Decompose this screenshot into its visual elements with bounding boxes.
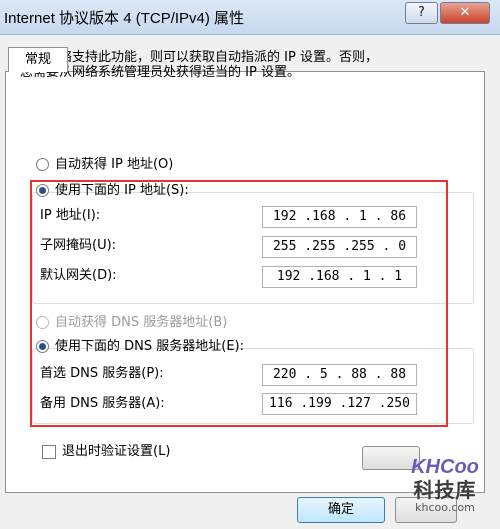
help-button[interactable]: ? [405, 2, 438, 24]
ok-button[interactable]: 确定 [297, 497, 385, 523]
validate-label: 退出时验证设置(L) [62, 444, 171, 459]
window-title: Internet 协议版本 4 (TCP/IPv4) 属性 [4, 10, 245, 27]
radio-icon [36, 158, 49, 171]
description-text: 如果网络支持此功能，则可以获取自动指派的 IP 设置。否则， 您需要从网络系统管… [20, 50, 378, 80]
tab-general[interactable]: 常规 [8, 47, 68, 72]
watermark-logo: KHCoo [411, 456, 479, 478]
highlight-frame [30, 180, 448, 427]
watermark-name: 科技库 [413, 478, 477, 502]
checkbox-icon [42, 444, 56, 459]
close-button[interactable]: ✕ [440, 2, 490, 24]
auto-ip-label: 自动获得 IP 地址(O) [55, 157, 174, 172]
watermark-url: khcoo.com [415, 501, 475, 514]
watermark: KHCoo 科技库 khcoo.com [395, 456, 495, 526]
auto-ip-radio[interactable]: 自动获得 IP 地址(O) [36, 156, 173, 174]
title-bar: Internet 协议版本 4 (TCP/IPv4) 属性 ? ✕ [0, 0, 500, 35]
validate-checkbox[interactable]: 退出时验证设置(L) [42, 444, 170, 460]
